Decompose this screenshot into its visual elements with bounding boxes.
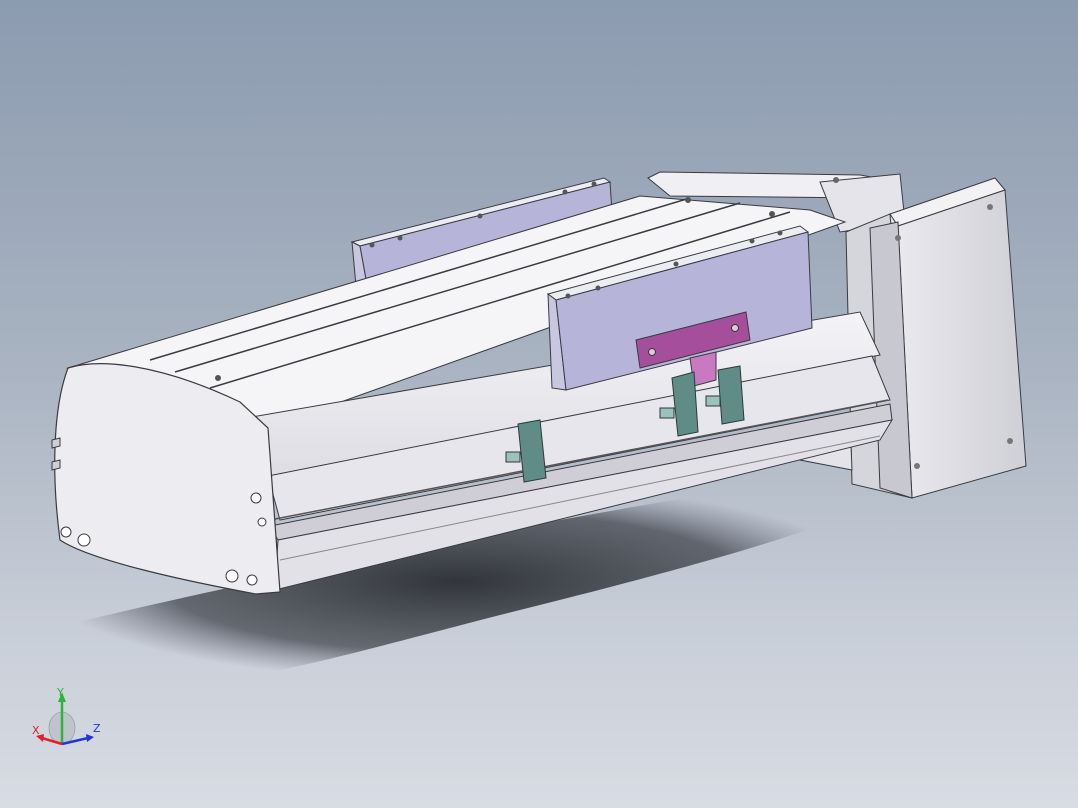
y-axis-label: Y	[56, 686, 64, 699]
x-axis-label: X	[32, 724, 40, 737]
z-axis-label: Z	[93, 722, 101, 735]
cad-model[interactable]	[0, 0, 1078, 808]
view-orientation-triad[interactable]: Y X Z	[30, 686, 106, 750]
graphics-viewport[interactable]: Y X Z	[0, 0, 1078, 808]
